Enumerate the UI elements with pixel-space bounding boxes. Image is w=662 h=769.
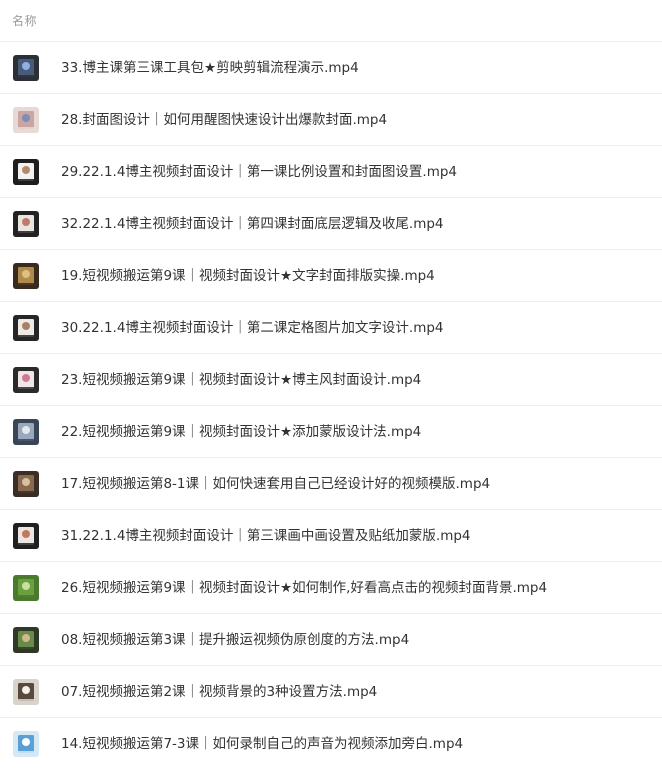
file-list: 33.博主课第三课工具包★剪映剪辑流程演示.mp4 28.封面图设计｜如何用醒图快…	[0, 42, 662, 769]
video-thumbnail-icon	[13, 679, 39, 705]
video-thumbnail-icon	[13, 419, 39, 445]
file-name[interactable]: 14.短视频搬运第7-3课｜如何录制自己的声音为视频添加旁白.mp4	[61, 734, 463, 754]
file-name[interactable]: 28.封面图设计｜如何用醒图快速设计出爆款封面.mp4	[61, 110, 387, 130]
column-header-name[interactable]: 名称	[12, 12, 37, 29]
video-thumbnail-icon	[13, 523, 39, 549]
file-name[interactable]: 30.22.1.4博主视频封面设计｜第二课定格图片加文字设计.mp4	[61, 318, 444, 338]
file-row[interactable]: 30.22.1.4博主视频封面设计｜第二课定格图片加文字设计.mp4	[0, 302, 662, 354]
video-thumbnail-icon	[13, 575, 39, 601]
file-row[interactable]: 26.短视频搬运第9课｜视频封面设计★如何制作,好看高点击的视频封面背景.mp4	[0, 562, 662, 614]
file-name[interactable]: 19.短视频搬运第9课｜视频封面设计★文字封面排版实操.mp4	[61, 266, 435, 286]
list-header: 名称	[0, 0, 662, 42]
file-row[interactable]: 22.短视频搬运第9课｜视频封面设计★添加蒙版设计法.mp4	[0, 406, 662, 458]
video-thumbnail-icon	[13, 263, 39, 289]
file-row[interactable]: 31.22.1.4博主视频封面设计｜第三课画中画设置及贴纸加蒙版.mp4	[0, 510, 662, 562]
video-thumbnail-icon	[13, 731, 39, 757]
file-name[interactable]: 08.短视频搬运第3课｜提升搬运视频伪原创度的方法.mp4	[61, 630, 409, 650]
video-thumbnail-icon	[13, 211, 39, 237]
file-row[interactable]: 32.22.1.4博主视频封面设计｜第四课封面底层逻辑及收尾.mp4	[0, 198, 662, 250]
file-row[interactable]: 33.博主课第三课工具包★剪映剪辑流程演示.mp4	[0, 42, 662, 94]
file-name[interactable]: 31.22.1.4博主视频封面设计｜第三课画中画设置及贴纸加蒙版.mp4	[61, 526, 471, 546]
file-row[interactable]: 28.封面图设计｜如何用醒图快速设计出爆款封面.mp4	[0, 94, 662, 146]
file-name[interactable]: 23.短视频搬运第9课｜视频封面设计★博主风封面设计.mp4	[61, 370, 421, 390]
file-row[interactable]: 19.短视频搬运第9课｜视频封面设计★文字封面排版实操.mp4	[0, 250, 662, 302]
video-thumbnail-icon	[13, 627, 39, 653]
file-name[interactable]: 29.22.1.4博主视频封面设计｜第一课比例设置和封面图设置.mp4	[61, 162, 457, 182]
file-list-page: 名称 33.博主课第三课工具包★剪映剪辑流程演示.mp4 28.封面图设计｜如何用…	[0, 0, 662, 769]
file-name[interactable]: 33.博主课第三课工具包★剪映剪辑流程演示.mp4	[61, 58, 359, 78]
video-thumbnail-icon	[13, 471, 39, 497]
file-row[interactable]: 17.短视频搬运第8-1课｜如何快速套用自己已经设计好的视频模版.mp4	[0, 458, 662, 510]
file-name[interactable]: 26.短视频搬运第9课｜视频封面设计★如何制作,好看高点击的视频封面背景.mp4	[61, 578, 547, 598]
file-row[interactable]: 23.短视频搬运第9课｜视频封面设计★博主风封面设计.mp4	[0, 354, 662, 406]
file-name[interactable]: 32.22.1.4博主视频封面设计｜第四课封面底层逻辑及收尾.mp4	[61, 214, 444, 234]
video-thumbnail-icon	[13, 159, 39, 185]
video-thumbnail-icon	[13, 315, 39, 341]
video-thumbnail-icon	[13, 367, 39, 393]
video-thumbnail-icon	[13, 107, 39, 133]
file-name[interactable]: 07.短视频搬运第2课｜视频背景的3种设置方法.mp4	[61, 682, 377, 702]
file-row[interactable]: 14.短视频搬运第7-3课｜如何录制自己的声音为视频添加旁白.mp4	[0, 718, 662, 769]
file-name[interactable]: 22.短视频搬运第9课｜视频封面设计★添加蒙版设计法.mp4	[61, 422, 421, 442]
file-row[interactable]: 29.22.1.4博主视频封面设计｜第一课比例设置和封面图设置.mp4	[0, 146, 662, 198]
video-thumbnail-icon	[13, 55, 39, 81]
file-row[interactable]: 07.短视频搬运第2课｜视频背景的3种设置方法.mp4	[0, 666, 662, 718]
file-row[interactable]: 08.短视频搬运第3课｜提升搬运视频伪原创度的方法.mp4	[0, 614, 662, 666]
file-name[interactable]: 17.短视频搬运第8-1课｜如何快速套用自己已经设计好的视频模版.mp4	[61, 474, 490, 494]
